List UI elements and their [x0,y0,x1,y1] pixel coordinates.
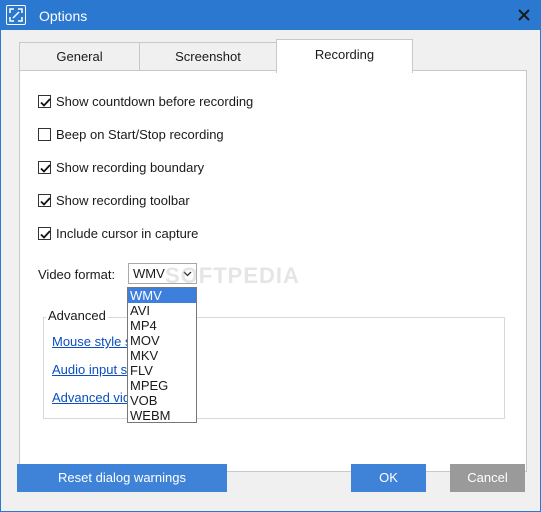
option-label: Show recording toolbar [56,192,190,208]
advanced-video-link[interactable]: Advanced vid [52,390,130,405]
option-label: Beep on Start/Stop recording [56,126,224,142]
video-format-label: Video format: [38,267,116,282]
video-format-dropdown[interactable]: WMV AVI MP4 MOV MKV FLV MPEG VOB WEBM [127,287,197,423]
format-option-vob[interactable]: VOB [128,393,196,408]
app-icon [6,5,26,25]
softpedia-watermark: SOFTPEDIA [165,263,300,288]
title-bar[interactable]: Options [0,0,541,30]
options-window: Options General Screenshot Recording Sho… [0,0,541,512]
format-option-mov[interactable]: MOV [128,333,196,348]
tab-general[interactable]: General [19,42,140,72]
format-option-mp4[interactable]: MP4 [128,318,196,333]
mouse-style-link[interactable]: Mouse style se [52,334,139,349]
tab-screenshot[interactable]: Screenshot [139,42,277,72]
video-format-value: WMV [133,266,165,281]
format-option-mkv[interactable]: MKV [128,348,196,363]
option-show-toolbar[interactable]: Show recording toolbar [38,192,190,208]
format-option-mpeg[interactable]: MPEG [128,378,196,393]
format-option-avi[interactable]: AVI [128,303,196,318]
checkbox-show-toolbar[interactable] [38,193,51,207]
option-show-countdown[interactable]: Show countdown before recording [38,93,253,109]
option-label: Show recording boundary [56,159,205,175]
reset-dialog-warnings-button[interactable]: Reset dialog warnings [17,464,227,492]
dialog-body: General Screenshot Recording Show countd… [1,30,540,511]
checkbox-beep[interactable] [38,127,51,141]
option-label: Show countdown before recording [56,93,254,109]
checkbox-show-boundary[interactable] [38,160,51,174]
option-label: Include cursor in capture [56,225,199,241]
tab-recording[interactable]: Recording [276,39,413,73]
close-icon[interactable] [515,6,533,24]
audio-input-link[interactable]: Audio input se [52,362,134,377]
option-include-cursor[interactable]: Include cursor in capture [38,225,198,241]
format-option-flv[interactable]: FLV [128,363,196,378]
format-option-wmv[interactable]: WMV [128,288,196,303]
cancel-button[interactable]: Cancel [450,464,525,492]
window-title: Options [39,8,88,24]
recording-panel: Show countdown before recording Beep on … [19,70,527,472]
option-beep[interactable]: Beep on Start/Stop recording [38,126,224,142]
ok-button[interactable]: OK [351,464,426,492]
checkbox-show-countdown[interactable] [38,94,51,108]
option-show-boundary[interactable]: Show recording boundary [38,159,204,175]
format-option-webm[interactable]: WEBM [128,408,196,423]
checkbox-include-cursor[interactable] [38,226,51,240]
advanced-group-label: Advanced [46,308,108,323]
